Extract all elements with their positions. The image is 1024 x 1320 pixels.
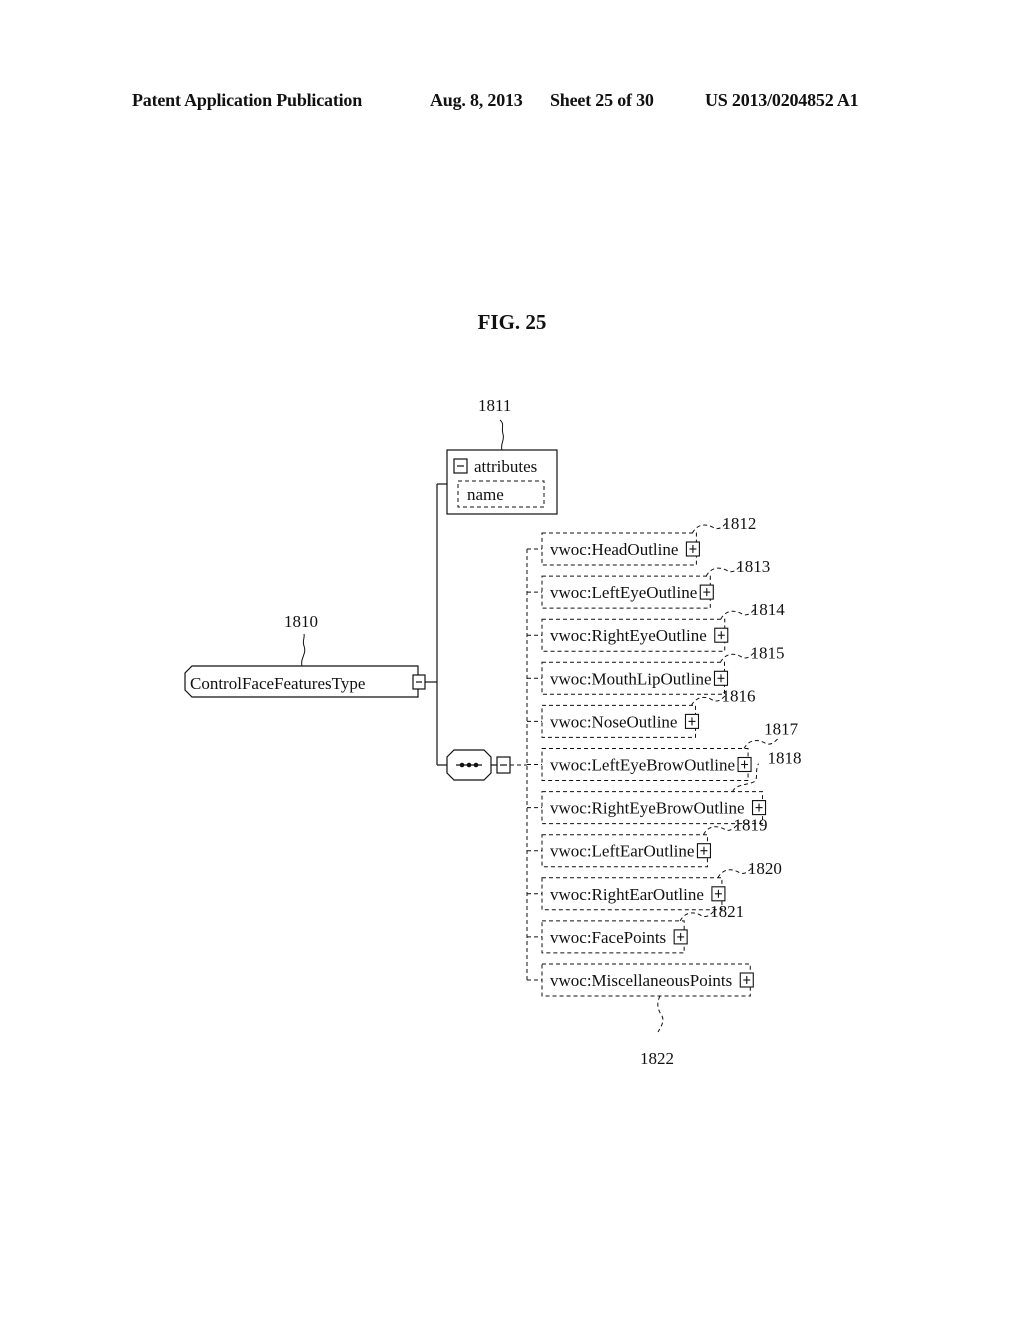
expand-toggle[interactable] [714, 627, 729, 643]
element-label: vwoc:NoseOutline [550, 712, 677, 731]
leader-line-1815 [720, 651, 755, 663]
leader-line-1821 [679, 910, 715, 922]
expand-toggle[interactable] [673, 929, 688, 945]
element-label: vwoc:RightEyeOutline [550, 626, 707, 645]
element-label: vwoc:MouthLipOutline [550, 669, 711, 688]
leader-line-1820 [717, 867, 753, 879]
element-label: vwoc:LeftEarOutline [550, 842, 694, 861]
attributes-collapse-toggle[interactable] [453, 458, 468, 474]
ref-1819: 1819 [733, 816, 767, 835]
expand-toggle[interactable] [696, 843, 712, 859]
attribute-name: name [467, 485, 504, 504]
element-node[interactable]: vwoc:HeadOutline 1812 [527, 514, 756, 566]
expand-toggle[interactable] [737, 756, 752, 773]
expand-toggle[interactable] [684, 713, 700, 729]
element-list: vwoc:HeadOutline 1812 vwoc:LeftEyeOutline 1… [527, 514, 802, 1068]
element-label: vwoc:RightEarOutline [550, 885, 704, 904]
root-collapse-toggle[interactable] [412, 674, 426, 690]
element-label: vwoc:FacePoints [550, 928, 666, 947]
leader-line-1811 [499, 419, 504, 451]
leader-line-1819 [703, 824, 738, 835]
leader-line-1812 [691, 522, 727, 534]
ref-1810: 1810 [284, 612, 318, 631]
leader-line-1816 [691, 695, 726, 706]
element-node[interactable]: vwoc:MiscellaneousPoints 1822 [527, 963, 754, 1068]
root-node: ControlFaceFeaturesType 1810 [184, 612, 437, 698]
ref-1820: 1820 [748, 859, 782, 878]
element-label: vwoc:RightEyeBrowOutline [550, 799, 745, 818]
leader-line-1810 [301, 633, 306, 667]
leader-line-1814 [720, 608, 756, 620]
ref-1814: 1814 [751, 600, 786, 619]
element-label: vwoc:LeftEyeBrowOutline [550, 756, 735, 775]
attributes-group: attributes name 1811 [446, 396, 558, 515]
ref-1816: 1816 [721, 686, 755, 705]
attributes-title: attributes [474, 457, 537, 476]
sequence-compositor [446, 749, 527, 781]
ref-1812: 1812 [722, 514, 756, 533]
sequence-dots-icon [459, 762, 479, 768]
ref-1821: 1821 [710, 902, 744, 921]
expand-toggle[interactable] [739, 972, 754, 988]
expand-toggle[interactable] [713, 670, 729, 686]
leader-line-1817 [743, 738, 779, 749]
expand-toggle[interactable] [711, 886, 726, 902]
ref-1815: 1815 [750, 643, 784, 662]
leader-line-1822 [657, 995, 664, 1033]
expand-toggle[interactable] [751, 800, 767, 816]
ref-1813: 1813 [736, 557, 770, 576]
root-node-label: ControlFaceFeaturesType [190, 674, 365, 693]
element-label: vwoc:MiscellaneousPoints [550, 971, 732, 990]
schema-diagram: ControlFaceFeaturesType 1810 attributes … [184, 396, 802, 1068]
ref-1818: 1818 [768, 749, 802, 768]
element-label: vwoc:HeadOutline [550, 540, 678, 559]
leader-line-1813 [705, 565, 741, 577]
ref-1822: 1822 [640, 1049, 674, 1068]
sequence-collapse-toggle[interactable] [496, 756, 511, 774]
ref-1811: 1811 [478, 396, 511, 415]
element-label: vwoc:LeftEyeOutline [550, 583, 697, 602]
expand-toggle[interactable] [699, 584, 714, 600]
expand-toggle[interactable] [685, 541, 700, 557]
ref-1817: 1817 [764, 720, 799, 739]
